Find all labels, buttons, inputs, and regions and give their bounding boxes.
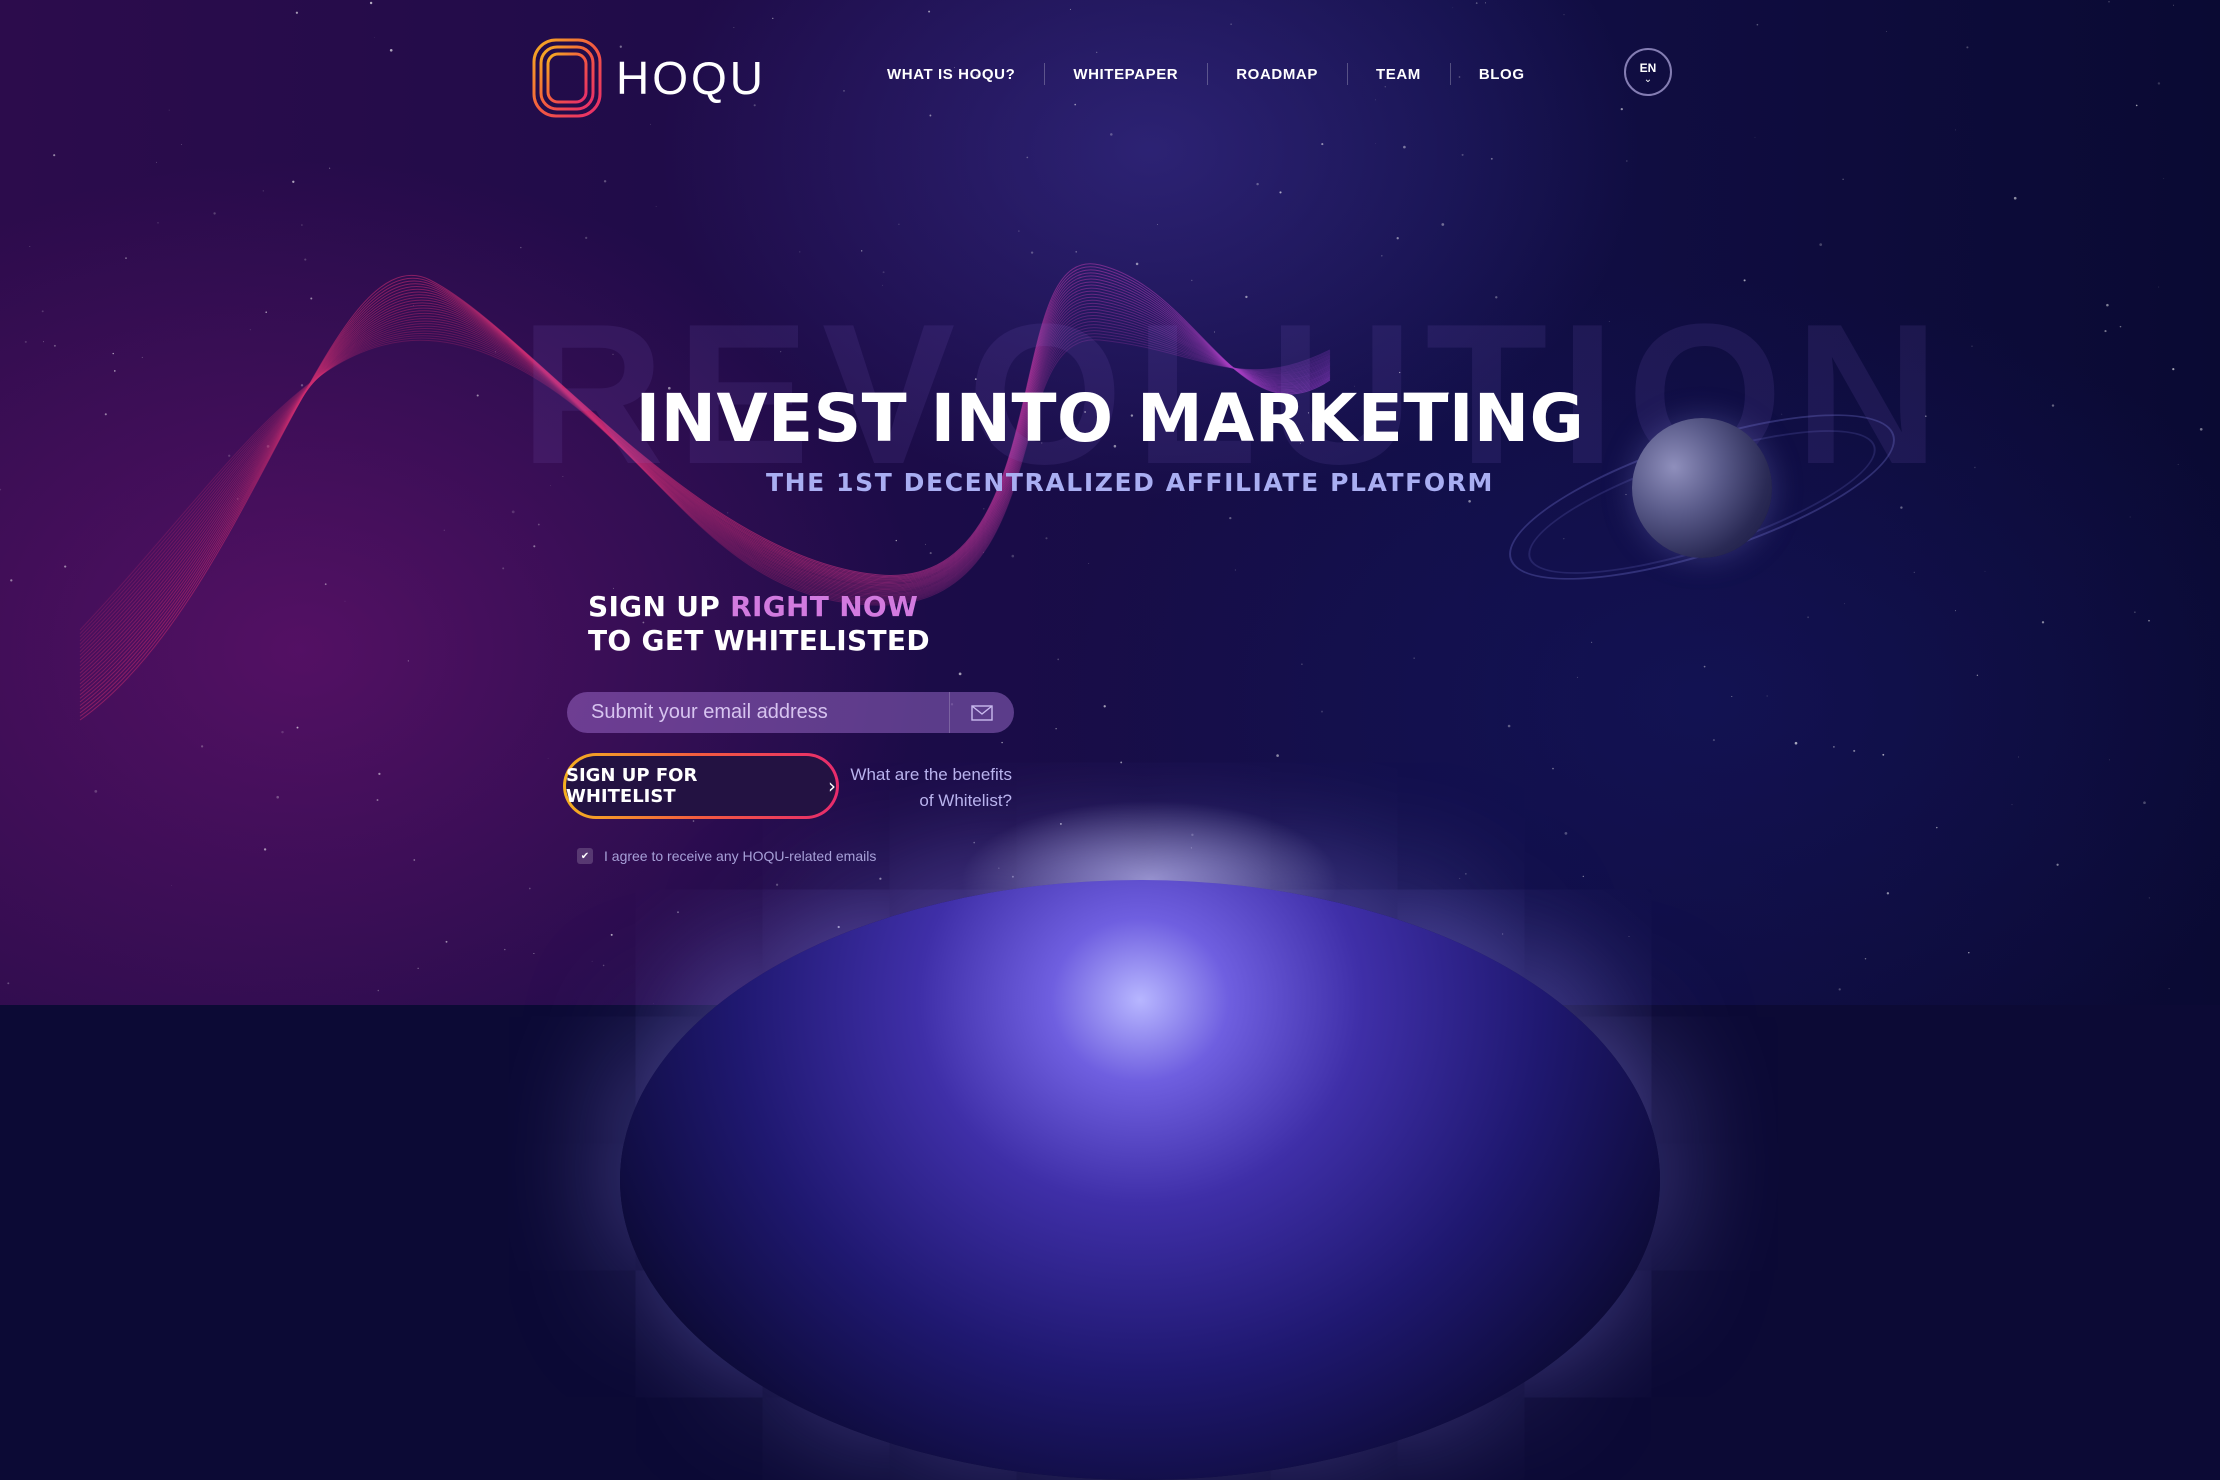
email-form (567, 692, 1014, 733)
nav-item-whitepaper[interactable]: WHITEPAPER (1044, 63, 1207, 85)
hoqu-logo-icon (532, 38, 602, 118)
nav-item-blog[interactable]: BLOG (1449, 63, 1554, 85)
check-icon: ✔ (580, 850, 590, 862)
agree-row: ✔ I agree to receive any HOQU-related em… (577, 848, 876, 864)
signup-heading-line2: TO GET WHITELISTED (588, 624, 930, 657)
main-nav: WHAT IS HOQU? WHITEPAPER ROADMAP TEAM BL… (858, 63, 1554, 85)
benefits-line2: of Whitelist? (919, 791, 1012, 810)
nav-item-team[interactable]: TEAM (1346, 63, 1450, 85)
signup-button-label: SIGN UP FOR WHITELIST (566, 765, 698, 807)
agree-label: I agree to receive any HOQU-related emai… (604, 848, 877, 864)
agree-checkbox[interactable]: ✔ (577, 848, 593, 864)
email-input[interactable] (567, 692, 949, 733)
earth-image (620, 880, 1660, 1480)
logo[interactable]: HOQU (532, 38, 766, 118)
nav-item-roadmap[interactable]: ROADMAP (1207, 63, 1347, 85)
chevron-down-icon: ⌄ (1643, 74, 1653, 85)
whitelist-benefits-link[interactable]: What are the benefits of Whitelist? (830, 762, 1012, 814)
signup-whitelist-button[interactable]: SIGN UP FOR WHITELIST › (563, 753, 839, 819)
signup-heading-highlight: RIGHT NOW (730, 590, 919, 623)
envelope-icon[interactable] (950, 704, 1014, 721)
hero-title: INVEST INTO MARKETING (635, 380, 1585, 457)
signup-heading: SIGN UP RIGHT NOW TO GET WHITELISTED (588, 590, 930, 658)
logo-text: HOQU (616, 52, 766, 104)
benefits-line1: What are the benefits (850, 765, 1012, 784)
nav-item-what-is-hoqu[interactable]: WHAT IS HOQU? (858, 66, 1044, 83)
language-selector[interactable]: EN ⌄ (1624, 48, 1672, 96)
hero-subtitle: THE 1ST DECENTRALIZED AFFILIATE PLATFORM (765, 468, 1495, 497)
language-code: EN (1639, 61, 1657, 75)
signup-heading-part1: SIGN UP (588, 590, 731, 623)
signup-whitelist-button-inner: SIGN UP FOR WHITELIST › (566, 756, 836, 816)
